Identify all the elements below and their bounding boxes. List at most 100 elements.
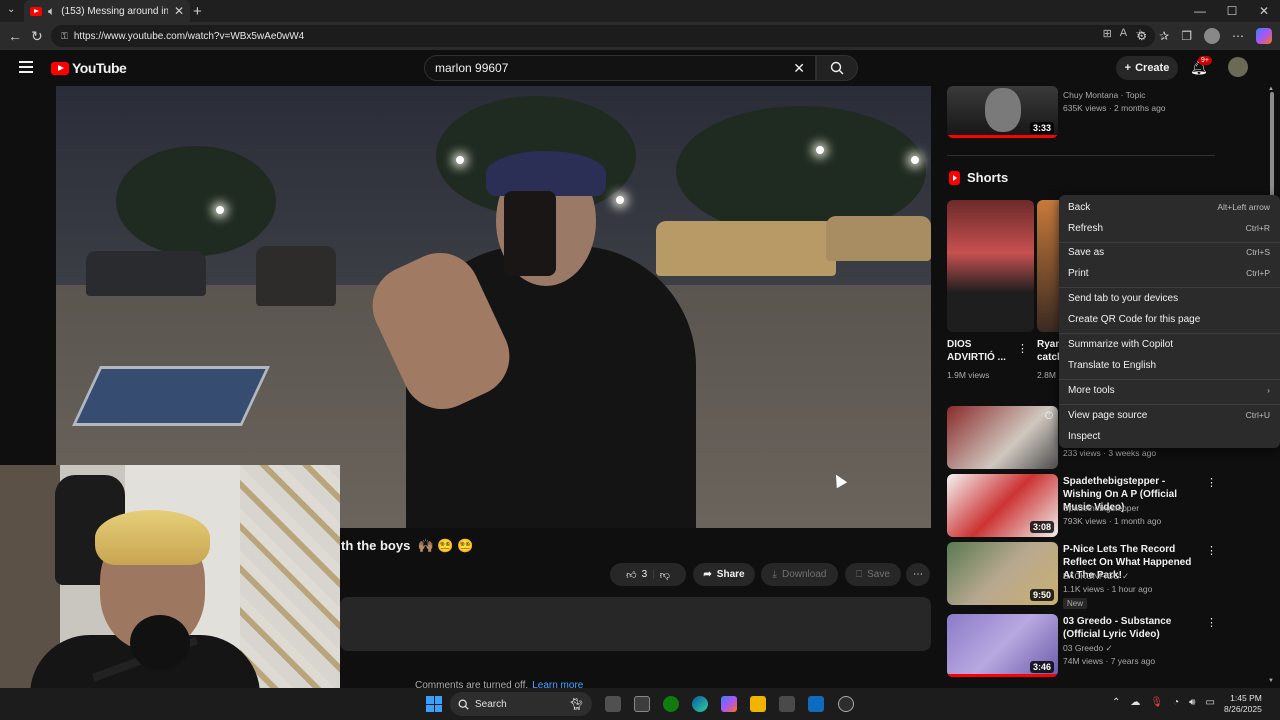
search-input[interactable]: marlon 99607 ✕	[424, 55, 816, 81]
url-field[interactable]: ⚿ https://www.youtube.com/watch?v=WBx5wA…	[51, 25, 1155, 47]
video-menu-icon[interactable]: ⋮	[1206, 544, 1217, 557]
volume-icon[interactable]: 🔊︎	[1189, 697, 1195, 708]
ctx-item-send-tab[interactable]: Send tab to your devices	[1068, 293, 1270, 304]
share-button[interactable]: ➦ Share	[693, 563, 755, 586]
browser-tab-active[interactable]: 🔈︎ (153) Messing around in Ho ✕	[24, 0, 190, 22]
outlook-icon[interactable]	[808, 696, 824, 712]
favorites-icon[interactable]: ✰	[1159, 29, 1169, 43]
tab-actions-menu-icon[interactable]: ⌄	[7, 4, 15, 15]
clear-search-icon[interactable]: ✕	[793, 60, 805, 77]
ctx-item-inspect[interactable]: Inspect	[1068, 431, 1270, 442]
close-tab-icon[interactable]: ✕	[174, 5, 184, 17]
ctx-item-qr-code[interactable]: Create QR Code for this page	[1068, 314, 1270, 325]
close-window-button[interactable]: ✕	[1248, 0, 1280, 22]
video-menu-icon[interactable]: ⋮	[1206, 616, 1217, 629]
ctx-item-back[interactable]: Back Alt+Left arrow	[1068, 202, 1270, 213]
related-video-thumbnail[interactable]: 9:50	[947, 542, 1058, 605]
ctx-item-translate[interactable]: Translate to English	[1068, 360, 1270, 371]
video-player[interactable]	[56, 86, 931, 528]
video-streetlight	[911, 156, 919, 164]
scrollbar-thumb[interactable]	[1270, 92, 1274, 202]
profile-avatar-icon[interactable]	[1204, 28, 1220, 44]
watch-later-icon[interactable]: 🕓︎	[1045, 411, 1053, 422]
hamburger-menu-icon[interactable]	[19, 61, 33, 76]
edge-browser-icon[interactable]	[692, 696, 708, 712]
refresh-icon[interactable]: ↻	[31, 28, 43, 45]
new-tab-icon[interactable]: +	[193, 3, 202, 20]
clock-time: 1:45 PM	[1230, 693, 1262, 703]
site-info-icon[interactable]: ⚿	[61, 31, 68, 42]
search-button[interactable]	[816, 55, 858, 81]
ctx-item-refresh[interactable]: Refresh Ctrl+R	[1068, 223, 1270, 234]
thumbs-down-icon[interactable]: 👎︎	[660, 569, 670, 581]
ctx-label: View page source	[1068, 410, 1148, 421]
app-icon[interactable]	[838, 696, 854, 712]
ctx-item-print[interactable]: Print Ctrl+P	[1068, 268, 1270, 279]
more-options-icon[interactable]: ⋯	[1232, 29, 1244, 43]
show-hidden-icons-icon[interactable]: ⌃	[1112, 697, 1120, 708]
related-video-channel[interactable]: BACKONFIGG ✓	[1063, 570, 1129, 583]
microsoft-store-icon[interactable]	[779, 696, 795, 712]
short-thumbnail[interactable]	[947, 200, 1034, 332]
ctx-separator	[1059, 333, 1280, 334]
video-menu-icon[interactable]: ⋮	[1206, 476, 1217, 489]
related-video-thumbnail[interactable]: 3:08	[947, 474, 1058, 537]
copilot-app-icon[interactable]	[721, 696, 737, 712]
like-dislike-group: 👍︎ 3 | 👎︎	[610, 563, 686, 586]
related-video-channel[interactable]: Chuy Montana · Topic	[1063, 89, 1146, 102]
ctx-item-save-as[interactable]: Save as Ctrl+S	[1068, 247, 1270, 258]
youtube-logo[interactable]: YouTube	[51, 60, 127, 76]
short-views: 1.9M views	[947, 370, 990, 380]
short-title[interactable]: DIOS ADVIRTIÓ ...	[947, 338, 1017, 364]
widgets-icon[interactable]	[634, 696, 650, 712]
maximize-button[interactable]: ☐	[1216, 0, 1248, 22]
create-button[interactable]: + Create	[1116, 56, 1178, 80]
scroll-down-icon[interactable]: ▼	[1268, 678, 1274, 684]
like-button[interactable]: 👍︎ 3	[626, 569, 647, 581]
battery-icon[interactable]: ▭	[1205, 697, 1214, 708]
video-streetlight	[816, 146, 824, 154]
related-video-channel[interactable]: Spadethebigstepper	[1063, 502, 1139, 515]
search-query: marlon 99607	[435, 61, 509, 75]
xbox-icon[interactable]	[663, 696, 679, 712]
related-video-title[interactable]: 03 Greedo - Substance (Official Lyric Vi…	[1063, 615, 1203, 641]
shorts-icon	[949, 171, 960, 185]
related-video-thumbnail[interactable]: 🕓︎	[947, 406, 1058, 469]
onedrive-icon[interactable]: ☁	[1130, 697, 1140, 708]
video-duration: 3:08	[1029, 521, 1054, 533]
file-explorer-icon[interactable]	[750, 696, 766, 712]
minimize-button[interactable]: —	[1184, 0, 1216, 22]
extensions-icon[interactable]: ⚙	[1136, 29, 1147, 43]
webcam-overlay	[0, 465, 340, 720]
taskbar-clock[interactable]: 1:45 PM 8/26/2025	[1224, 693, 1262, 715]
related-video-thumbnail[interactable]: 3:33	[947, 86, 1058, 138]
taskbar-search-label: Search	[475, 698, 507, 710]
download-button[interactable]: ⤓ Download	[761, 563, 838, 586]
ctx-label: Back	[1068, 202, 1091, 213]
save-button[interactable]: ⎕ Save	[845, 563, 901, 586]
related-video-channel[interactable]: 03 Greedo ✓	[1063, 642, 1113, 655]
description-box[interactable]	[340, 597, 931, 651]
short-title[interactable]: Ryan catch	[1037, 338, 1059, 364]
short-menu-icon[interactable]: ⋮	[1017, 342, 1028, 355]
speaker-icon[interactable]: 🔈︎	[48, 5, 55, 17]
copilot-icon[interactable]	[1256, 28, 1272, 44]
read-aloud-icon[interactable]: A	[1120, 27, 1127, 40]
short-thumbnail[interactable]	[1037, 200, 1059, 332]
ctx-item-view-source[interactable]: View page source Ctrl+U	[1068, 410, 1270, 421]
ctx-separator	[1059, 287, 1280, 288]
collections-icon[interactable]: ❐	[1181, 29, 1192, 43]
system-tray: ⌃ ☁ 🎙︎ ◔ 🔊︎ ▭	[1112, 697, 1215, 708]
more-actions-button[interactable]: ⋯	[906, 563, 930, 586]
account-avatar[interactable]	[1228, 57, 1248, 77]
back-arrow-icon[interactable]: ←	[8, 28, 22, 44]
microphone-icon[interactable]: 🎙︎	[1150, 697, 1163, 708]
windows-start-icon[interactable]	[426, 696, 442, 712]
ctx-item-more-tools[interactable]: More tools ›	[1068, 385, 1270, 396]
app-available-icon[interactable]: ⊞	[1103, 27, 1112, 40]
task-view-icon[interactable]	[605, 696, 621, 712]
taskbar-search[interactable]: Search 🐈︎	[450, 692, 592, 716]
related-video-thumbnail[interactable]: 3:46	[947, 614, 1058, 677]
wifi-icon[interactable]: ◔	[1173, 697, 1179, 708]
ctx-item-summarize-copilot[interactable]: Summarize with Copilot	[1068, 339, 1270, 350]
